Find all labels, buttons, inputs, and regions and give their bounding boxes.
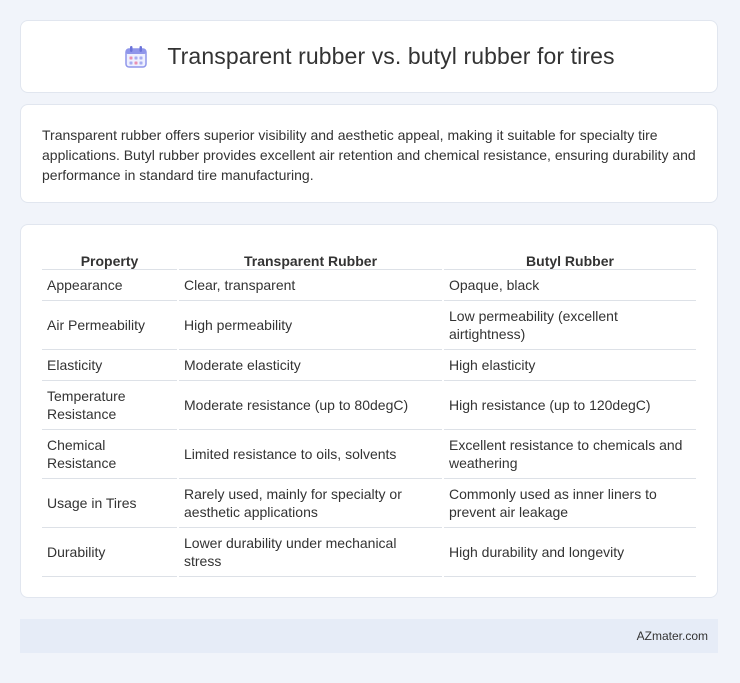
comparison-table-card: Property Transparent Rubber Butyl Rubber… (20, 224, 718, 598)
table-cell-transparent: Rarely used, mainly for specialty or aes… (179, 479, 442, 528)
table-cell-property: Usage in Tires (42, 479, 177, 528)
table-cell-butyl: High resistance (up to 120degC) (444, 381, 696, 430)
column-header-property: Property (42, 245, 177, 270)
table-cell-transparent: Clear, transparent (179, 270, 442, 301)
table-cell-butyl: Opaque, black (444, 270, 696, 301)
summary-text: Transparent rubber offers superior visib… (42, 127, 696, 183)
table-row: Elasticity Moderate elasticity High elas… (42, 350, 696, 381)
table-row: Durability Lower durability under mechan… (42, 528, 696, 577)
table-cell-transparent: Lower durability under mechanical stress (179, 528, 442, 577)
table-cell-transparent: High permeability (179, 301, 442, 350)
column-header-transparent-rubber: Transparent Rubber (179, 245, 442, 270)
table-row: Appearance Clear, transparent Opaque, bl… (42, 270, 696, 301)
table-cell-transparent: Moderate elasticity (179, 350, 442, 381)
comparison-table: Property Transparent Rubber Butyl Rubber… (40, 245, 698, 577)
table-row: Chemical Resistance Limited resistance t… (42, 430, 696, 479)
footer-brand: AZmater.com (636, 629, 708, 643)
column-header-butyl-rubber: Butyl Rubber (444, 245, 696, 270)
table-cell-butyl: Low permeability (excellent airtightness… (444, 301, 696, 350)
table-cell-butyl: Commonly used as inner liners to prevent… (444, 479, 696, 528)
table-cell-property: Chemical Resistance (42, 430, 177, 479)
calendar-icon (123, 44, 149, 70)
table-cell-transparent: Limited resistance to oils, solvents (179, 430, 442, 479)
page-title: Transparent rubber vs. butyl rubber for … (167, 43, 615, 69)
table-cell-property: Durability (42, 528, 177, 577)
table-cell-butyl: High elasticity (444, 350, 696, 381)
table-row: Temperature Resistance Moderate resistan… (42, 381, 696, 430)
table-header-row: Property Transparent Rubber Butyl Rubber (42, 245, 696, 270)
table-cell-property: Temperature Resistance (42, 381, 177, 430)
table-cell-butyl: Excellent resistance to chemicals and we… (444, 430, 696, 479)
title-card: Transparent rubber vs. butyl rubber for … (20, 20, 718, 93)
table-cell-property: Appearance (42, 270, 177, 301)
table-cell-property: Air Permeability (42, 301, 177, 350)
footer-bar: AZmater.com (20, 619, 718, 653)
summary-card: Transparent rubber offers superior visib… (20, 104, 718, 203)
table-row: Air Permeability High permeability Low p… (42, 301, 696, 350)
table-cell-butyl: High durability and longevity (444, 528, 696, 577)
table-row: Usage in Tires Rarely used, mainly for s… (42, 479, 696, 528)
table-cell-transparent: Moderate resistance (up to 80degC) (179, 381, 442, 430)
table-cell-property: Elasticity (42, 350, 177, 381)
